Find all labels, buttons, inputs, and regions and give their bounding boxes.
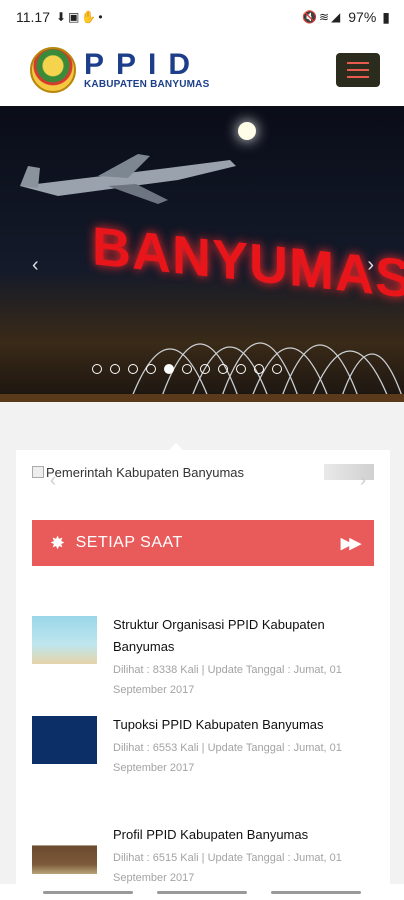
carousel-dot[interactable] [236, 364, 246, 374]
site-title: PPID [84, 47, 203, 81]
carousel-dot[interactable] [254, 364, 264, 374]
notification-icons: ⬇▣✋• [56, 10, 105, 24]
carousel-indicators [92, 364, 282, 374]
news-title[interactable]: Struktur Organisasi PPID Kabupaten Banyu… [113, 614, 374, 658]
news-meta: Dilihat : 8338 Kali | Update Tanggal : J… [113, 664, 342, 696]
signal-icons: 🔇≋◢ [302, 10, 343, 24]
carousel-dot[interactable] [146, 364, 156, 374]
sub-chevron-left-icon[interactable]: ‹ [50, 470, 56, 491]
carousel-dot[interactable] [92, 364, 102, 374]
carousel-dot[interactable] [218, 364, 228, 374]
news-meta: Dilihat : 6553 Kali | Update Tanggal : J… [113, 742, 342, 774]
system-nav-bar [0, 884, 404, 900]
status-bar: 11.17 ⬇▣✋• 🔇≋◢ 97% ▮ [0, 0, 404, 34]
setiap-saat-banner[interactable]: ✸ SETIAP SAAT ▶▶ [32, 520, 374, 566]
status-time: 11.17 [16, 9, 50, 25]
chevron-left-icon[interactable]: ‹ [32, 254, 39, 277]
fountain-graphic [0, 342, 404, 402]
carousel-dot[interactable] [164, 364, 174, 374]
hero-carousel[interactable]: BANYUMAS ‹ › [0, 106, 404, 402]
burst-icon: ✸ [50, 532, 66, 553]
broken-image-icon [32, 466, 44, 478]
site-subtitle: KABUPATEN BANYUMAS [84, 78, 210, 90]
image-alt-text: Pemerintah Kabupaten Banyumas [46, 464, 245, 480]
kabupaten-logo [30, 47, 76, 93]
chevron-right-icon[interactable]: › [367, 254, 374, 277]
nav-recents[interactable] [271, 890, 361, 894]
news-item[interactable]: Struktur Organisasi PPID Kabupaten Banyu… [32, 614, 374, 700]
battery-icon: ▮ [382, 8, 390, 25]
news-title[interactable]: Profil PPID Kabupaten Banyumas [113, 824, 374, 846]
nav-back[interactable] [43, 890, 133, 894]
news-item[interactable]: Tupoksi PPID Kabupaten Banyumas Dilihat … [32, 714, 374, 778]
broken-image: Pemerintah Kabupaten Banyumas [32, 465, 244, 480]
moon-graphic [238, 122, 256, 140]
content-card: Pemerintah Kabupaten Banyumas ‹ › ✸ SETI… [16, 450, 390, 890]
jet-monument-graphic [20, 154, 236, 204]
carousel-dot[interactable] [182, 364, 192, 374]
sub-chevron-right-icon[interactable]: › [360, 470, 366, 491]
news-thumbnail [32, 616, 97, 664]
fast-forward-icon: ▶▶ [340, 535, 361, 552]
sub-slider[interactable]: Pemerintah Kabupaten Banyumas [32, 464, 374, 480]
sub-slider-scrollbar[interactable] [324, 464, 374, 480]
site-header: PPID KABUPATEN BANYUMAS [0, 34, 404, 106]
news-thumbnail [32, 716, 97, 764]
hamburger-menu-button[interactable] [336, 53, 380, 87]
carousel-dot[interactable] [110, 364, 120, 374]
nav-home[interactable] [157, 890, 247, 894]
carousel-dot[interactable] [128, 364, 138, 374]
news-meta: Dilihat : 6515 Kali | Update Tanggal : J… [113, 852, 342, 884]
carousel-dot[interactable] [200, 364, 210, 374]
brand-link[interactable]: PPID KABUPATEN BANYUMAS [30, 47, 209, 93]
battery-level: 97% [348, 9, 377, 25]
news-item[interactable]: Profil PPID Kabupaten Banyumas Dilihat :… [32, 824, 374, 888]
carousel-dot[interactable] [272, 364, 282, 374]
news-title[interactable]: Tupoksi PPID Kabupaten Banyumas [113, 714, 374, 736]
news-thumbnail [32, 826, 97, 874]
banner-label: SETIAP SAAT [75, 534, 183, 551]
